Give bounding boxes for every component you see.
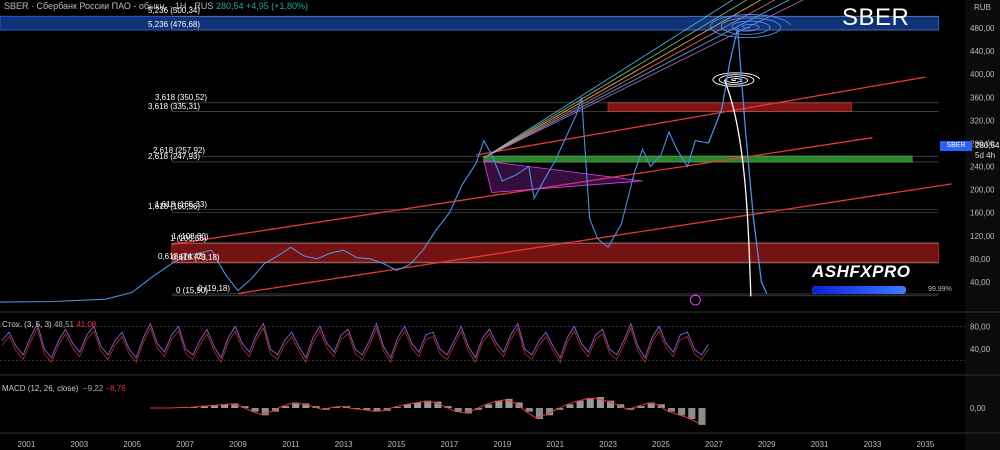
macd-bar bbox=[525, 408, 533, 412]
x-tick: 2001 bbox=[18, 440, 36, 449]
watermark-progress-bar bbox=[812, 286, 906, 294]
x-tick: 2007 bbox=[176, 440, 194, 449]
y-tick: 320,00 bbox=[970, 116, 995, 125]
x-tick: 2029 bbox=[758, 440, 776, 449]
x-tick: 2017 bbox=[441, 440, 459, 449]
x-tick: 2031 bbox=[811, 440, 829, 449]
zone-target bbox=[0, 15, 940, 31]
price-tag-timeframe: 5d 4h bbox=[975, 151, 996, 160]
watermark-progress-fill bbox=[812, 286, 906, 294]
y-tick: 400,00 bbox=[970, 70, 995, 79]
x-tick: 2003 bbox=[70, 440, 88, 449]
zone-base bbox=[171, 243, 940, 264]
channel-line bbox=[171, 137, 873, 246]
watermark-progress-label: 99.99% bbox=[928, 286, 952, 293]
stoch-line-d bbox=[1, 326, 709, 364]
stoch-value-1: 48,51 bbox=[53, 320, 74, 329]
fib-label: 0,618 (73,18) bbox=[172, 252, 220, 262]
macd-bar bbox=[485, 404, 493, 408]
y-tick: 480,00 bbox=[970, 24, 995, 33]
stoch-legend[interactable]: Стох. (3, 5, 3) 48,51 41,08 bbox=[2, 320, 96, 329]
y-tick: 240,00 bbox=[970, 163, 995, 172]
currency-label[interactable]: RUB bbox=[974, 3, 991, 12]
brand-title: SBER bbox=[842, 4, 910, 31]
x-tick: 2021 bbox=[546, 440, 564, 449]
macd-value-2: −8,76 bbox=[105, 384, 126, 393]
stoch-value-2: 41,08 bbox=[76, 320, 97, 329]
spiral-mid bbox=[712, 72, 761, 87]
y-tick: 440,00 bbox=[970, 47, 995, 56]
x-tick: 2025 bbox=[652, 440, 670, 449]
fib-label: 3,618 (350,52) bbox=[155, 92, 208, 102]
price-series-1 bbox=[0, 97, 709, 303]
macd-bar bbox=[495, 400, 503, 408]
fib-label: 2,618 (247,93) bbox=[148, 151, 201, 161]
x-tick: 2019 bbox=[493, 440, 511, 449]
x-tick: 2033 bbox=[864, 440, 882, 449]
fib-label: 1,618 (160,56) bbox=[148, 202, 201, 212]
macd-bar bbox=[678, 408, 686, 416]
zone-support bbox=[483, 155, 913, 163]
macd-label: MACD (12, 26, close) bbox=[2, 384, 79, 393]
price-tag-value: 280,54 bbox=[975, 141, 1000, 150]
y-tick: 80,00 bbox=[970, 255, 991, 264]
x-tick: 2035 bbox=[916, 440, 934, 449]
macd-bar bbox=[586, 397, 594, 408]
watermark-logo: ASHFXPRO bbox=[812, 262, 911, 281]
macd-legend[interactable]: MACD (12, 26, close) −9,22 −8,76 bbox=[2, 384, 126, 393]
fib-label: 5,236 (476,68) bbox=[148, 19, 201, 29]
macd-bar bbox=[667, 408, 676, 412]
macd-bar bbox=[688, 408, 696, 419]
macd-y-tick: 0,00 bbox=[970, 404, 986, 413]
x-tick: 2011 bbox=[282, 440, 300, 449]
x-tick: 2023 bbox=[599, 440, 617, 449]
y-tick: 120,00 bbox=[970, 232, 995, 241]
fib-label: 1 (106,56) bbox=[170, 233, 207, 243]
stoch-y-tick: 80,00 bbox=[970, 322, 991, 331]
x-tick: 2015 bbox=[388, 440, 406, 449]
fib-label: 0 (19,18) bbox=[198, 283, 231, 293]
x-tick: 2005 bbox=[123, 440, 141, 449]
zone-resistance bbox=[607, 102, 852, 113]
price-axis bbox=[965, 0, 1000, 450]
macd-signal-line bbox=[150, 397, 699, 424]
fib-label: 5,236 (500,34) bbox=[148, 6, 201, 16]
stoch-y-tick: 40,00 bbox=[970, 345, 991, 354]
last-price: 280,54 bbox=[215, 1, 244, 11]
price-tag-symbol: SBER bbox=[940, 141, 972, 151]
x-tick: 2013 bbox=[335, 440, 353, 449]
x-tick: 2009 bbox=[229, 440, 247, 449]
macd-value-1: −9,22 bbox=[82, 384, 104, 393]
y-tick: 360,00 bbox=[970, 93, 995, 102]
projection-arrow bbox=[723, 79, 752, 297]
y-tick: 160,00 bbox=[970, 209, 995, 218]
price-change: +4,95 (+1,80%) bbox=[245, 1, 309, 11]
y-tick: 40,00 bbox=[970, 278, 991, 287]
y-tick: 200,00 bbox=[970, 186, 995, 195]
fib-label: 3,618 (335,31) bbox=[148, 101, 201, 111]
macd-bar bbox=[698, 408, 706, 425]
chart-workspace: 40,00 80,00 120,00 160,00 200,00 240,00 280,00… bbox=[0, 0, 1000, 450]
macd-bar bbox=[576, 400, 584, 408]
stoch-label: Стох. (3, 5, 3) bbox=[2, 320, 52, 329]
price-chart[interactable]: 40,0080,00120,00160,00200,00240,00280,00… bbox=[0, 0, 1000, 450]
x-tick: 2027 bbox=[705, 440, 723, 449]
event-marker bbox=[689, 294, 701, 306]
channel-line bbox=[475, 76, 926, 156]
